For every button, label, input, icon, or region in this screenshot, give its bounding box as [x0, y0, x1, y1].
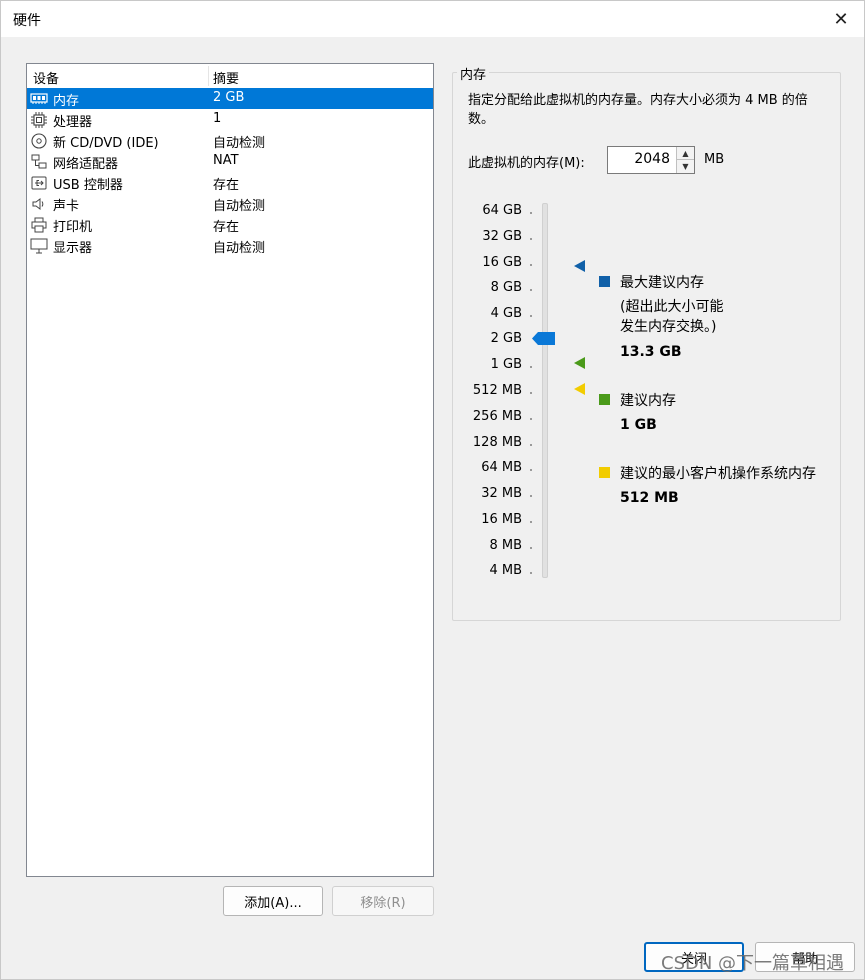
device-row-cd-dvd[interactable]: 新 CD/DVD (IDE) 自动检测 — [27, 130, 433, 151]
device-list-header: 设备 摘要 — [27, 64, 433, 88]
memory-description: 指定分配给此虚拟机的内存量。内存大小必须为 4 MB 的倍数。 — [468, 93, 808, 127]
device-row-printer[interactable]: 打印机 存在 — [27, 214, 433, 235]
max-legend-note-line2: 发生内存交换。) — [620, 319, 717, 335]
printer-icon — [30, 216, 48, 233]
tick-mark — [530, 315, 532, 317]
device-name: 显示器 — [53, 241, 93, 256]
device-name: 处理器 — [53, 115, 93, 130]
min-recommended-marker-icon — [574, 383, 586, 395]
max-legend-value: 13.3 GB — [620, 344, 682, 360]
spin-down-icon[interactable]: ▼ — [677, 160, 694, 173]
scale-tick-label: 1 GB — [490, 357, 522, 372]
recommended-legend-value: 1 GB — [620, 417, 657, 433]
scale-tick-label: 64 GB — [482, 203, 522, 218]
tick-mark — [530, 547, 532, 549]
watermark: CSDN @下一篇草相遇 — [661, 953, 845, 974]
recommended-legend-square — [599, 394, 610, 405]
tick-mark — [530, 289, 532, 291]
scale-tick-label: 64 MB — [481, 460, 522, 475]
close-icon[interactable]: ✕ — [818, 1, 864, 37]
device-summary: 自动检测 — [213, 199, 266, 214]
max-legend-label: 最大建议内存 — [620, 275, 704, 291]
scale-tick-label: 32 GB — [482, 229, 522, 244]
device-summary: 自动检测 — [213, 241, 266, 256]
max-legend-square — [599, 276, 610, 287]
memory-group-title: 内存 — [457, 64, 490, 83]
cd-dvd-icon — [30, 132, 48, 149]
network-adapter-icon — [30, 153, 48, 170]
scale-tick-label: 8 MB — [489, 538, 522, 553]
usb-icon — [30, 174, 48, 191]
device-name: USB 控制器 — [53, 178, 123, 193]
tick-mark — [530, 469, 532, 471]
scale-tick-label: 16 MB — [481, 512, 522, 527]
device-summary: 1 — [213, 111, 222, 126]
column-header-summary[interactable]: 摘要 — [213, 68, 239, 87]
hardware-dialog: 硬件 ✕ 设备 摘要 内存 2 GB 处理器 1 新 CD/DVD (IDE) … — [0, 0, 865, 980]
tick-mark — [530, 392, 532, 394]
memory-icon — [30, 90, 48, 107]
min-legend-label: 建议的最小客户机操作系统内存 — [620, 466, 816, 482]
device-name: 内存 — [53, 94, 80, 109]
max-recommended-marker-icon — [574, 260, 586, 272]
memory-spinner[interactable]: ▲ ▼ — [676, 147, 694, 173]
recommended-legend-label: 建议内存 — [620, 393, 676, 409]
memory-slider-thumb[interactable] — [532, 332, 555, 345]
display-icon — [30, 237, 48, 254]
tick-mark — [530, 495, 532, 497]
scale-tick-label: 32 MB — [481, 486, 522, 501]
device-name: 声卡 — [53, 199, 80, 214]
device-summary: 自动检测 — [213, 136, 266, 151]
device-row-network-adapter[interactable]: 网络适配器 NAT — [27, 151, 433, 172]
recommended-marker-icon — [574, 357, 586, 369]
tick-mark — [530, 572, 532, 574]
device-row-processor[interactable]: 处理器 1 — [27, 109, 433, 130]
device-summary: 存在 — [213, 220, 240, 235]
memory-size-value[interactable]: 2048 — [634, 151, 670, 167]
add-button[interactable]: 添加(A)... — [223, 886, 323, 916]
device-summary: NAT — [213, 153, 239, 168]
device-name: 打印机 — [53, 220, 93, 235]
scale-tick-label: 512 MB — [472, 383, 522, 398]
memory-field-label: 此虚拟机的内存(M): — [468, 156, 585, 171]
processor-icon — [30, 111, 48, 128]
tick-mark — [530, 212, 532, 214]
scale-tick-label: 2 GB — [490, 331, 522, 346]
spin-up-icon[interactable]: ▲ — [677, 147, 694, 160]
device-summary: 存在 — [213, 178, 240, 193]
tick-mark — [530, 444, 532, 446]
device-list[interactable]: 设备 摘要 内存 2 GB 处理器 1 新 CD/DVD (IDE) 自动检测 — [26, 63, 434, 877]
min-legend-square — [599, 467, 610, 478]
device-row-sound-card[interactable]: 声卡 自动检测 — [27, 193, 433, 214]
memory-size-input[interactable]: 2048 ▲ ▼ — [607, 146, 695, 174]
scale-tick-label: 4 MB — [489, 563, 522, 578]
tick-mark — [530, 264, 532, 266]
column-divider[interactable] — [208, 66, 209, 86]
remove-button[interactable]: 移除(R) — [332, 886, 434, 916]
max-legend-note-line1: (超出此大小可能 — [620, 299, 724, 315]
scale-tick-label: 128 MB — [472, 435, 522, 450]
memory-slider-track[interactable] — [542, 203, 548, 578]
scale-tick-label: 4 GB — [490, 306, 522, 321]
scale-tick-label: 256 MB — [472, 409, 522, 424]
device-row-display[interactable]: 显示器 自动检测 — [27, 235, 433, 256]
scale-tick-label: 8 GB — [490, 280, 522, 295]
device-row-usb-controller[interactable]: USB 控制器 存在 — [27, 172, 433, 193]
column-header-device[interactable]: 设备 — [33, 68, 59, 87]
tick-mark — [530, 238, 532, 240]
window-title: 硬件 — [13, 13, 41, 29]
device-summary: 2 GB — [213, 90, 245, 105]
tick-mark — [530, 418, 532, 420]
min-legend-value: 512 MB — [620, 490, 679, 506]
tick-mark — [530, 521, 532, 523]
scale-tick-label: 16 GB — [482, 255, 522, 270]
memory-unit-label: MB — [704, 152, 725, 167]
sound-icon — [30, 195, 48, 212]
device-name: 网络适配器 — [53, 157, 119, 172]
device-name: 新 CD/DVD (IDE) — [53, 136, 159, 151]
device-row-memory[interactable]: 内存 2 GB — [27, 88, 433, 109]
title-bar: 硬件 ✕ — [1, 1, 864, 37]
tick-mark — [530, 366, 532, 368]
